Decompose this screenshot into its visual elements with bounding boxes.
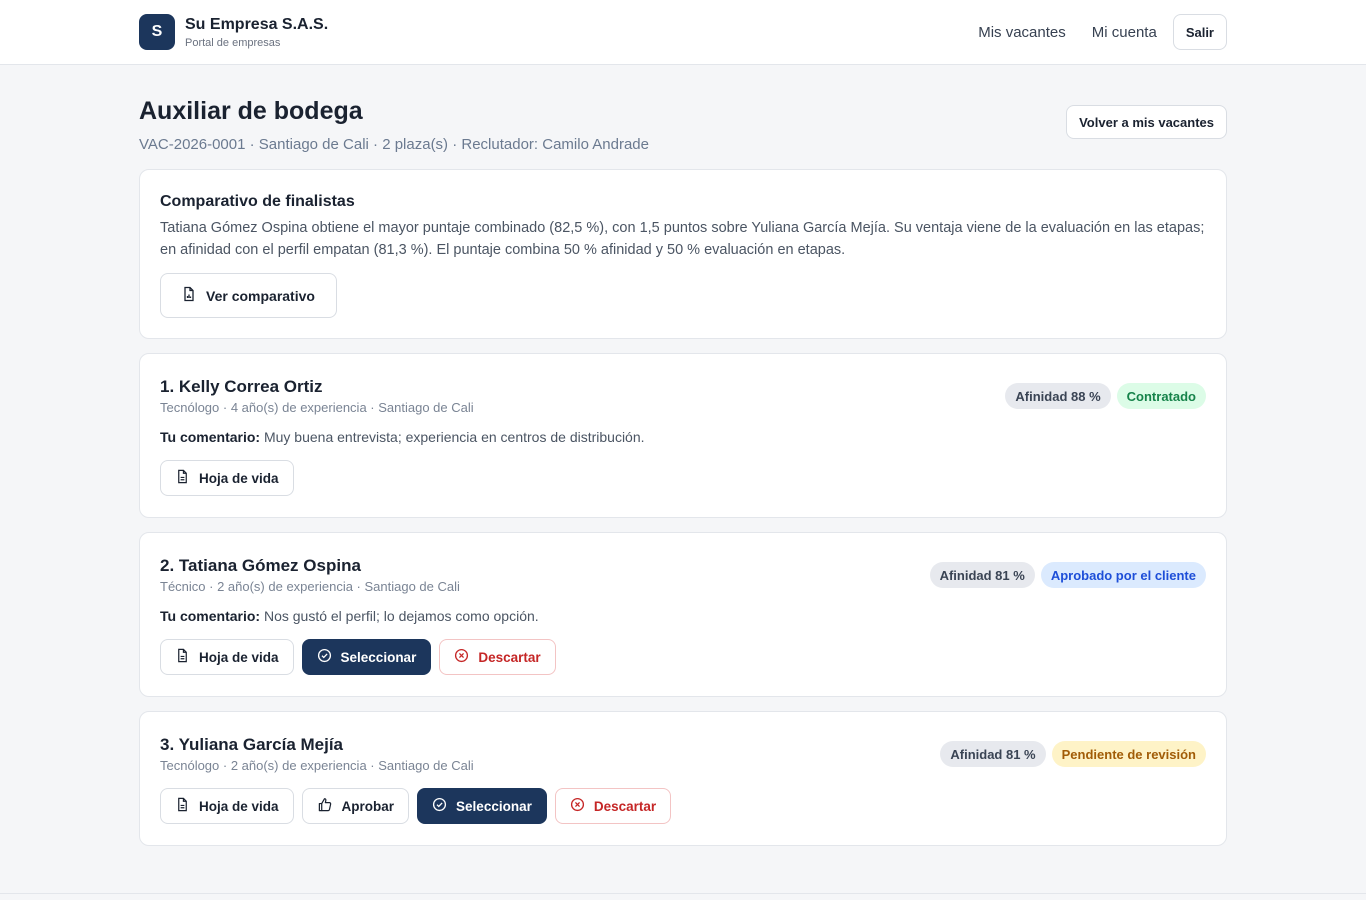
discard-button[interactable]: Descartar [439, 639, 556, 675]
x-circle-icon [454, 648, 478, 666]
comparison-summary: Tatiana Gómez Ospina obtiene el mayor pu… [160, 220, 1205, 258]
comment-text: Nos gustó el perfil; lo dejamos como opc… [263, 608, 539, 624]
status-badge: Pendiente de revisión [1051, 741, 1206, 767]
page-title: Auxiliar de bodega [139, 97, 363, 125]
cv-button-label: Hoja de vida [199, 470, 279, 486]
cv-button[interactable]: Hoja de vida [160, 788, 294, 824]
cv-button[interactable]: Hoja de vida [160, 460, 294, 496]
check-circle-icon [317, 648, 341, 666]
nav-mi-cuenta[interactable]: Mi cuenta [1092, 24, 1157, 41]
comment-label: Tu comentario: [160, 429, 261, 445]
page-header: Auxiliar de bodega VAC-2026-0001 · Santi… [139, 96, 1227, 155]
select-button-label: Seleccionar [340, 649, 417, 665]
discard-button-label: Descartar [478, 649, 541, 665]
check-circle-icon [432, 797, 456, 815]
back-to-vacancies-button[interactable]: Volver a mis vacantes [1066, 105, 1227, 139]
document-icon [175, 648, 199, 666]
discard-button[interactable]: Descartar [554, 788, 672, 824]
comparison-card: Comparativo de finalistas Tatiana Gómez … [139, 169, 1227, 339]
candidate-card: 3. Yuliana García Mejía Tecnólogo · 2 añ… [139, 711, 1227, 846]
logout-button[interactable]: Salir [1172, 14, 1227, 50]
candidate-card: 2. Tatiana Gómez Ospina Técnico · 2 año(… [139, 532, 1227, 697]
main-nav: Mis vacantes Mi cuenta Salir [978, 14, 1227, 50]
vacancy-meta: VAC-2026-0001 · Santiago de Cali · 2 pla… [139, 136, 649, 153]
candidate-card: 1. Kelly Correa Ortiz Tecnólogo · 4 año(… [139, 353, 1227, 518]
affinity-badge: Afinidad 88 % [1005, 383, 1111, 409]
approve-button-label: Aprobar [341, 798, 395, 814]
document-chart-icon [181, 286, 206, 305]
approve-button[interactable]: Aprobar [301, 788, 410, 824]
footer-divider [0, 893, 1366, 894]
select-button[interactable]: Seleccionar [301, 639, 432, 675]
candidate-comment: Tu comentario: Muy buena entrevista; exp… [160, 428, 1206, 446]
select-button[interactable]: Seleccionar [417, 788, 547, 824]
view-comparison-button[interactable]: Ver comparativo [160, 273, 337, 318]
company-logo: S [139, 14, 175, 50]
discard-button-label: Descartar [593, 798, 657, 814]
view-comparison-label: Ver comparativo [206, 287, 315, 304]
status-badge: Aprobado por el cliente [1040, 562, 1206, 588]
comment-label: Tu comentario: [160, 608, 261, 624]
brand[interactable]: S Su Empresa S.A.S. Portal de empresas [139, 14, 328, 50]
affinity-badge: Afinidad 81 % [940, 741, 1046, 767]
status-badge: Contratado [1116, 383, 1206, 409]
affinity-badge: Afinidad 81 % [929, 562, 1035, 588]
candidate-comment: Tu comentario: Nos gustó el perfil; lo d… [160, 607, 1206, 625]
thumbs-up-icon [317, 797, 342, 815]
nav-mis-vacantes[interactable]: Mis vacantes [978, 24, 1066, 41]
x-circle-icon [570, 797, 594, 815]
top-bar: S Su Empresa S.A.S. Portal de empresas M… [0, 0, 1366, 65]
document-icon [175, 797, 199, 815]
cv-button-label: Hoja de vida [199, 649, 279, 665]
portal-subtitle: Portal de empresas [185, 36, 281, 49]
select-button-label: Seleccionar [456, 798, 532, 814]
cv-button-label: Hoja de vida [199, 798, 279, 814]
document-icon [175, 469, 199, 487]
company-name: Su Empresa S.A.S. [185, 15, 329, 33]
cv-button[interactable]: Hoja de vida [160, 639, 294, 675]
comparison-title: Comparativo de finalistas [160, 193, 355, 210]
comment-text: Muy buena entrevista; experiencia en cen… [263, 429, 645, 445]
